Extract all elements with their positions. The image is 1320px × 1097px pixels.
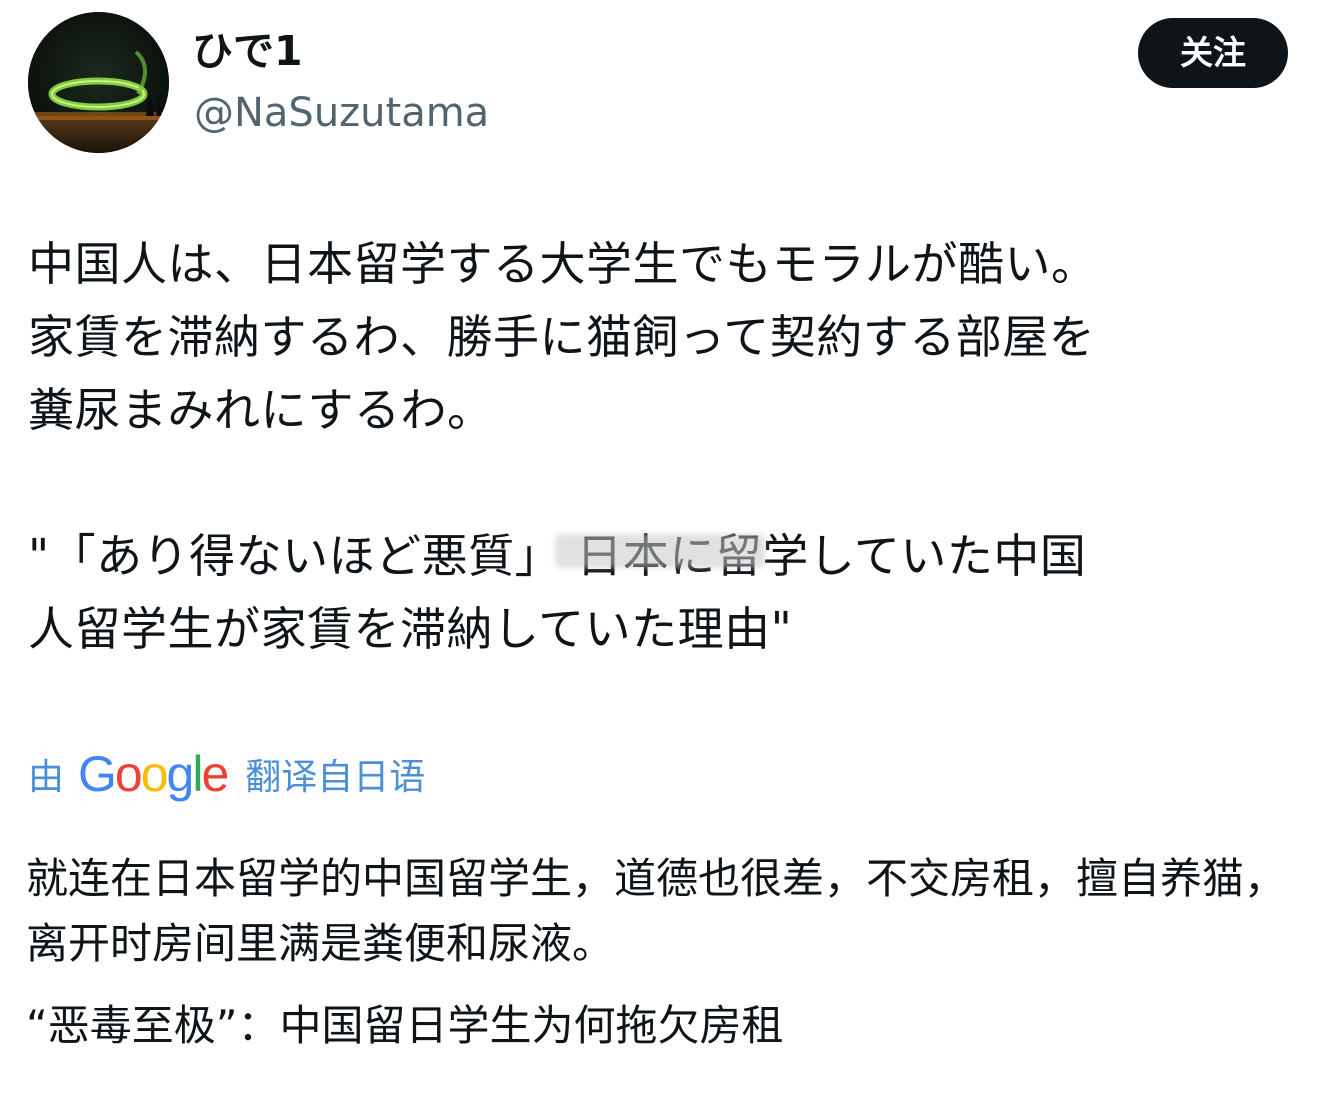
- watermark-blur: [555, 534, 765, 568]
- translated-by-label: 由: [28, 757, 65, 798]
- google-logo: Google: [78, 746, 229, 802]
- translated-quote-paragraph: “恶毒至极”：中国留日学生为何拖欠房租: [26, 1001, 784, 1050]
- translation-attribution[interactable]: 由 Google 翻译自日语: [28, 742, 425, 806]
- tweet-card: ひで1 @NaSuzutama 关注 中国人は、日本留学する大学生でもモラルが酷…: [0, 0, 1320, 1097]
- follow-button[interactable]: 关注: [1138, 18, 1288, 88]
- tweet-original-text: 中国人は、日本留学する大学生でもモラルが酷い。 家賃を滞納するわ、勝手に猫飼って…: [28, 228, 1293, 666]
- user-handle[interactable]: @NaSuzutama: [194, 88, 489, 138]
- tweet-translated-text: 就连在日本留学的中国留学生，道德也很差，不交房租，擅自养猫，离开时房间里满是粪便…: [26, 846, 1296, 1058]
- aurora-avatar-icon[interactable]: [28, 12, 169, 153]
- original-paragraph: 中国人は、日本留学する大学生でもモラルが酷い。 家賃を滞納するわ、勝手に猫飼って…: [28, 237, 1098, 437]
- translated-from-label: 翻译自日语: [245, 757, 426, 798]
- tweet-header: ひで1 @NaSuzutama 关注: [28, 10, 1288, 156]
- display-name[interactable]: ひで1: [192, 26, 303, 76]
- translated-paragraph: 就连在日本留学的中国留学生，道德也很差，不交房租，擅自养猫，离开时房间里满是粪便…: [26, 854, 1287, 968]
